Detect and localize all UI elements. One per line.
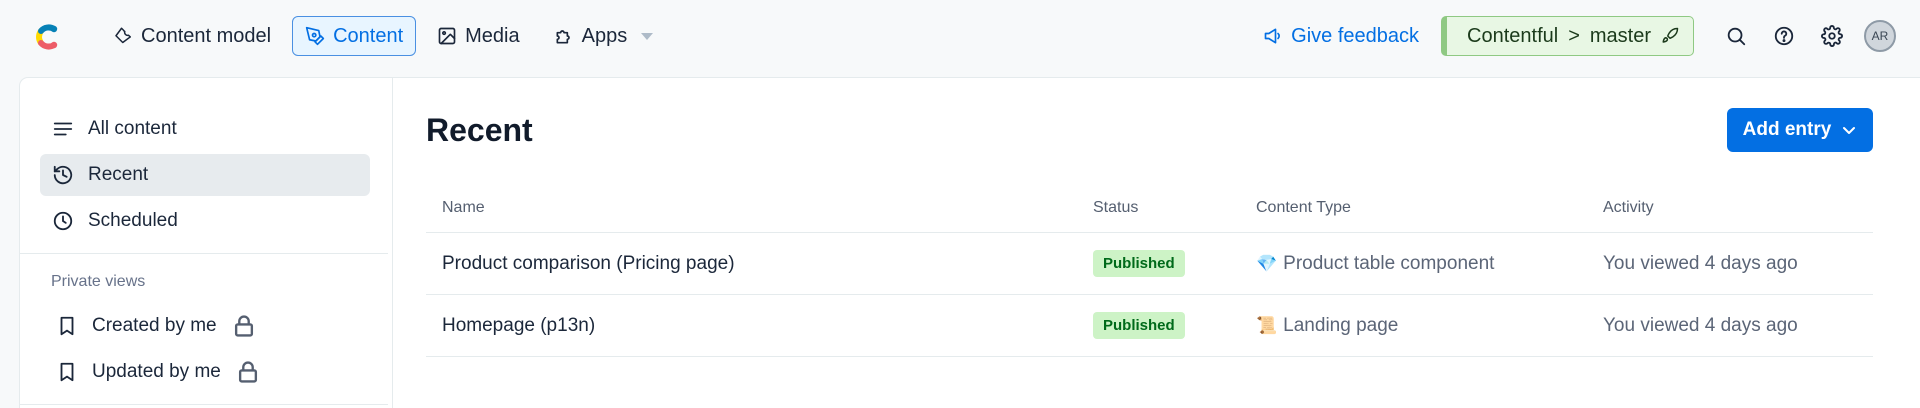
help-button[interactable] xyxy=(1760,16,1808,56)
lock-icon xyxy=(234,315,253,337)
main-nav: Content model Content Media Apps xyxy=(100,16,666,56)
search-button[interactable] xyxy=(1712,16,1760,56)
env-space-name: Contentful xyxy=(1467,24,1559,47)
entry-content-type: 📜 Landing page xyxy=(1256,315,1398,337)
entries-table: Name Status Content Type Activity Produc… xyxy=(426,183,1873,357)
sidebar-item-scheduled[interactable]: Scheduled xyxy=(40,200,370,242)
help-icon xyxy=(1774,26,1794,46)
nav-label: Media xyxy=(465,24,520,47)
page-title: Recent xyxy=(426,112,533,148)
status-badge-cell: Published xyxy=(1093,312,1185,339)
main-panel: All content Recent Scheduled Private vie… xyxy=(20,78,1920,408)
sidebar: All content Recent Scheduled Private vie… xyxy=(20,78,393,408)
add-entry-label: Add entry xyxy=(1742,119,1832,140)
search-icon xyxy=(1727,27,1746,46)
nav-label: Apps xyxy=(581,24,628,47)
sidebar-item-recent[interactable]: Recent xyxy=(40,154,370,196)
nav-label: Content model xyxy=(141,24,272,47)
sidebar-item-all-content[interactable]: All content xyxy=(40,108,370,150)
content-type-label: Product table component xyxy=(1283,252,1495,274)
contentful-logo[interactable] xyxy=(30,20,64,54)
rocket-icon xyxy=(1662,27,1679,43)
content-type-label: Landing page xyxy=(1283,314,1399,336)
sidebar-item-updated-by-me[interactable]: Updated by me xyxy=(40,351,370,393)
status-badge: Published xyxy=(1093,250,1185,277)
bookmark-icon xyxy=(60,316,74,336)
nav-media[interactable]: Media xyxy=(424,16,532,56)
nav-content[interactable]: Content xyxy=(292,16,417,56)
sidebar-item-label: Updated by me xyxy=(92,361,221,382)
status-badge: Published xyxy=(1093,312,1185,339)
table-row[interactable]: Product comparison (Pricing page) Publis… xyxy=(426,233,1873,295)
column-header-name[interactable]: Name xyxy=(442,199,485,217)
scroll-icon: 📜 xyxy=(1256,315,1278,335)
table-header-row: Name Status Content Type Activity xyxy=(426,183,1873,233)
add-entry-button[interactable]: Add entry xyxy=(1727,108,1873,152)
history-icon xyxy=(53,165,73,185)
sidebar-item-label: Recent xyxy=(88,164,149,185)
user-avatar[interactable]: AR xyxy=(1864,20,1896,52)
table-row[interactable]: Homepage (p13n) Published 📜 Landing page… xyxy=(426,295,1873,357)
image-icon xyxy=(438,27,456,45)
top-bar: Content model Content Media Apps Give fe… xyxy=(0,0,1920,72)
column-header-activity[interactable]: Activity xyxy=(1603,199,1654,217)
give-feedback-button[interactable]: Give feedback xyxy=(1263,25,1419,48)
nav-content-model[interactable]: Content model xyxy=(100,16,284,56)
sidebar-item-label: Scheduled xyxy=(88,210,178,231)
chevron-down-icon xyxy=(641,32,654,40)
sidebar-item-created-by-me[interactable]: Created by me xyxy=(40,305,370,347)
sidebar-divider xyxy=(20,404,388,405)
entry-name[interactable]: Homepage (p13n) xyxy=(442,315,595,337)
sidebar-item-label: All content xyxy=(88,118,177,139)
private-views-heading: Private views xyxy=(51,273,146,290)
gear-icon xyxy=(1821,25,1843,47)
wrench-icon xyxy=(115,27,132,44)
list-icon xyxy=(53,122,73,136)
gem-icon: 💎 xyxy=(1256,253,1278,273)
header-actions: Give feedback Contentful > master AR xyxy=(1263,16,1896,56)
pen-icon xyxy=(305,26,325,46)
lock-icon xyxy=(238,361,257,383)
sidebar-divider xyxy=(20,253,388,254)
status-badge-cell: Published xyxy=(1093,250,1185,277)
settings-button[interactable] xyxy=(1808,16,1856,56)
puzzle-icon xyxy=(556,30,570,44)
entry-activity: You viewed 4 days ago xyxy=(1603,314,1798,336)
environment-switcher[interactable]: Contentful > master xyxy=(1441,16,1694,56)
column-header-status[interactable]: Status xyxy=(1093,199,1138,217)
env-name: master xyxy=(1589,24,1651,47)
sidebar-item-label: Created by me xyxy=(92,315,217,336)
chevron-down-icon xyxy=(1843,127,1856,134)
bookmark-icon xyxy=(60,362,74,382)
env-separator: > xyxy=(1568,24,1580,47)
nav-apps[interactable]: Apps xyxy=(541,16,667,56)
megaphone-icon xyxy=(1264,28,1281,44)
entry-name[interactable]: Product comparison (Pricing page) xyxy=(442,253,735,275)
column-header-content-type[interactable]: Content Type xyxy=(1256,199,1351,217)
clock-icon xyxy=(53,211,73,231)
nav-label: Content xyxy=(333,24,404,47)
entry-activity: You viewed 4 days ago xyxy=(1603,252,1798,274)
feedback-label: Give feedback xyxy=(1291,24,1420,47)
entry-content-type: 💎 Product table component xyxy=(1256,253,1494,275)
